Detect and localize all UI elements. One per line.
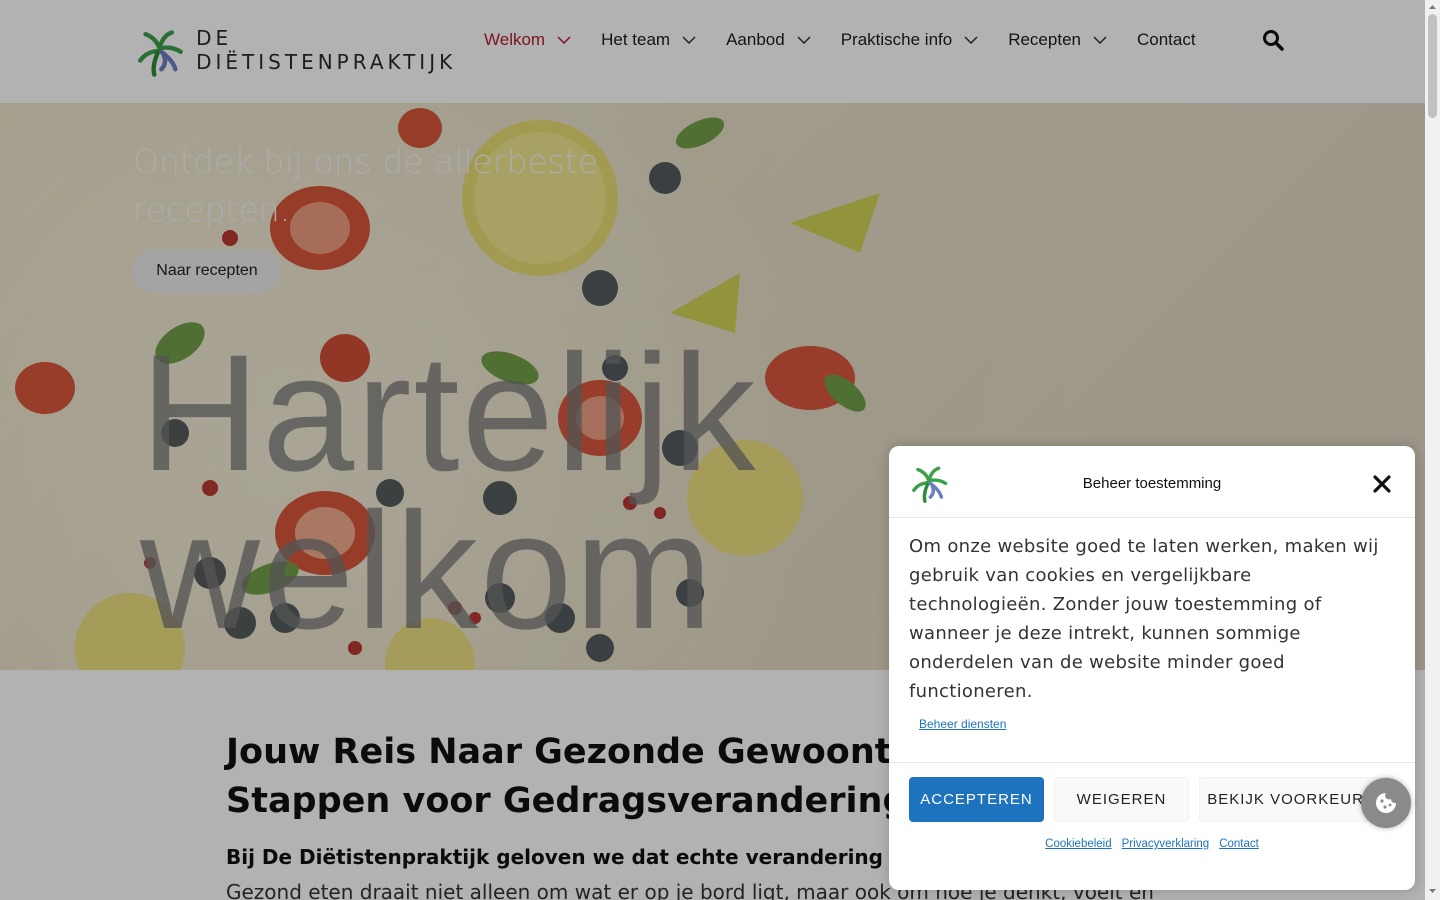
cookie-dialog-title: Beheer toestemming <box>1082 475 1222 492</box>
close-icon[interactable] <box>1373 475 1391 493</box>
cookie-policy-link[interactable]: Cookiebeleid <box>1045 838 1112 850</box>
scroll-down-icon[interactable] <box>1428 886 1437 896</box>
cookie-message: Om onze website goed te laten werken, ma… <box>909 536 1379 702</box>
cookie-consent-dialog: Beheer toestemming Om onze website goed … <box>889 446 1415 890</box>
accept-button[interactable]: ACCEPTEREN <box>909 777 1044 822</box>
divider <box>889 762 1415 763</box>
cookie-dialog-header: Beheer toestemming <box>889 446 1415 518</box>
scrollbar-thumb[interactable] <box>1428 14 1437 118</box>
deny-button[interactable]: WEIGEREN <box>1054 777 1189 822</box>
privacy-statement-link[interactable]: Privacyverklaring <box>1122 838 1210 850</box>
cookie-policy-links: Cookiebeleid Privacyverklaring Contact <box>889 838 1415 850</box>
cookie-icon <box>1376 793 1396 813</box>
manage-services-link[interactable]: Beheer diensten <box>919 717 1006 731</box>
scroll-up-icon[interactable] <box>1428 2 1437 12</box>
cookie-settings-button[interactable] <box>1361 778 1411 828</box>
contact-link[interactable]: Contact <box>1219 838 1259 850</box>
page-scrollbar[interactable] <box>1425 0 1440 900</box>
